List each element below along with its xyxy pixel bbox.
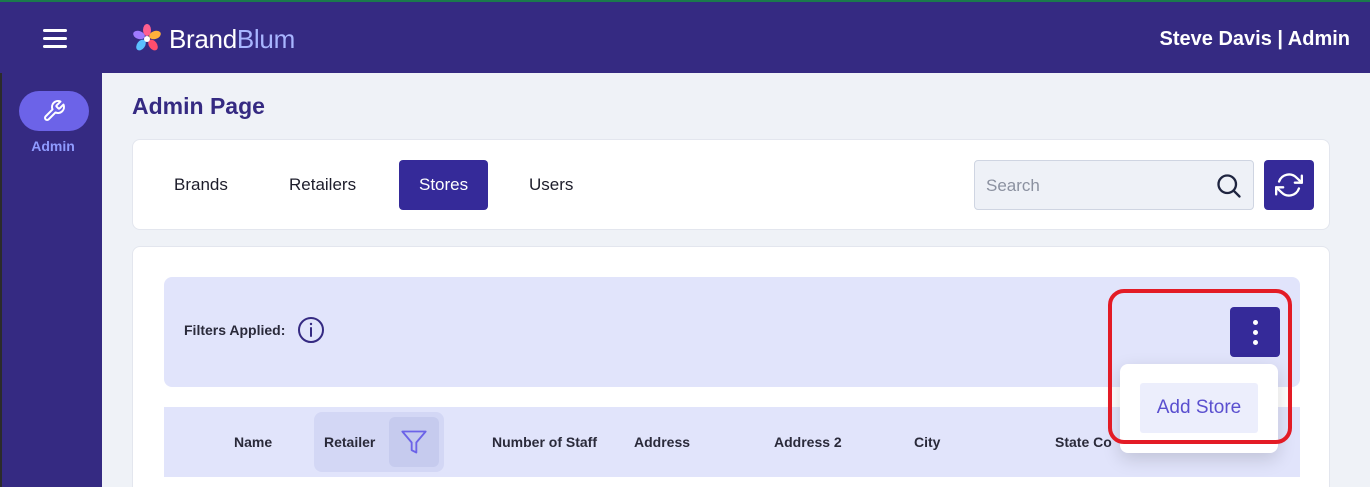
top-bar: BrandBlum Steve Davis | Admin — [0, 0, 1370, 73]
user-label[interactable]: Steve Davis | Admin — [1160, 28, 1350, 51]
kebab-dot-icon — [1252, 329, 1258, 335]
options-dropdown-menu: Add Store — [1120, 364, 1278, 453]
add-store-menu-item[interactable]: Add Store — [1140, 383, 1258, 433]
page-title: Admin Page — [132, 93, 265, 119]
search-placeholder: Search — [986, 176, 1040, 195]
search-input[interactable]: Search — [974, 160, 1254, 210]
column-header-retailer-label: Retailer — [324, 434, 376, 450]
retailer-filter-button[interactable] — [389, 417, 439, 467]
tabs-card: Brands Retailers Stores Users Search — [132, 139, 1330, 230]
kebab-dot-icon — [1252, 319, 1258, 325]
kebab-dot-icon — [1252, 339, 1258, 345]
refresh-button[interactable] — [1264, 160, 1314, 210]
sidebar: Admin — [0, 73, 102, 487]
info-icon[interactable] — [297, 316, 325, 344]
wrench-icon — [44, 100, 65, 121]
column-header-address[interactable]: Address — [634, 434, 690, 450]
column-header-number-of-staff[interactable]: Number of Staff — [492, 434, 597, 450]
filters-applied-label: Filters Applied: — [184, 322, 286, 338]
tab-retailers[interactable]: Retailers — [269, 160, 376, 210]
sidebar-item-admin[interactable] — [19, 91, 89, 131]
tab-users[interactable]: Users — [509, 160, 593, 210]
column-header-name[interactable]: Name — [234, 434, 272, 450]
column-header-state-code[interactable]: State Co — [1055, 434, 1112, 450]
search-icon[interactable] — [1215, 172, 1243, 200]
flower-logo-icon — [133, 24, 161, 51]
tab-stores[interactable]: Stores — [399, 160, 489, 210]
filter-funnel-icon — [401, 430, 427, 454]
refresh-icon — [1275, 173, 1303, 197]
hamburger-menu-icon[interactable] — [43, 29, 67, 49]
tab-brands[interactable]: Brands — [154, 160, 248, 210]
more-options-button[interactable] — [1230, 307, 1280, 357]
column-header-city[interactable]: City — [914, 434, 940, 450]
logo-text: BrandBlum — [169, 23, 295, 54]
column-header-address-2[interactable]: Address 2 — [774, 434, 842, 450]
brandblum-logo[interactable]: BrandBlum — [131, 23, 295, 55]
column-header-retailer[interactable]: Retailer — [314, 412, 444, 472]
sidebar-item-label: Admin — [31, 138, 75, 154]
